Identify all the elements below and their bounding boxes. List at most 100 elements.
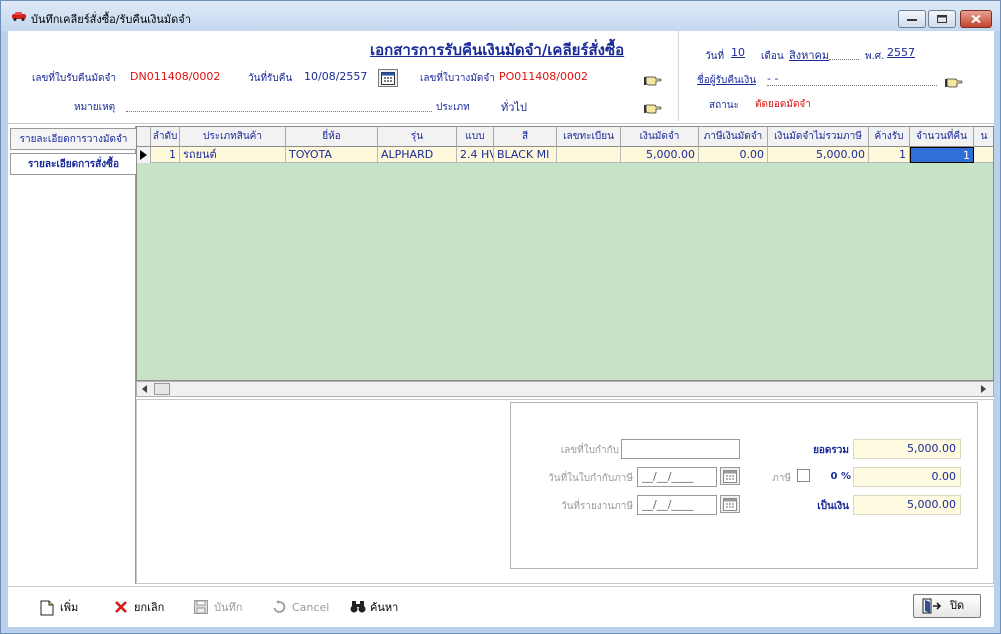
pointing-hand-lookup-icon[interactable]	[644, 73, 662, 87]
lower-panel: เลขที่ใบกำกับ วันที่ในใบกำกับภาษี __/__/…	[136, 399, 994, 584]
year-label: พ.ศ.	[865, 51, 885, 62]
close-button[interactable]: ปิด	[913, 594, 981, 618]
refund-date-calendar-button[interactable]	[378, 69, 398, 87]
date-payee-panel: วันที่ 10 เดือน สิงหาคม พ.ศ. 2557 ชื่อผู…	[678, 31, 994, 121]
header-divider	[8, 123, 994, 124]
col-header-deposit-excl-tax[interactable]: เงินมัดจำไม่รวมภาษี	[768, 127, 869, 147]
maximize-icon	[937, 15, 947, 23]
grid-horizontal-scrollbar[interactable]	[136, 381, 994, 397]
scroll-right-arrow-icon[interactable]	[977, 384, 989, 394]
save-button-label: บันทึก	[214, 601, 243, 614]
tax-invoice-no-input[interactable]	[621, 439, 740, 459]
cell-return-qty[interactable]: 1	[910, 147, 974, 163]
scroll-thumb[interactable]	[154, 383, 170, 395]
cell-extra[interactable]	[974, 147, 993, 163]
cell-model[interactable]: ALPHARD	[378, 147, 457, 163]
window-title: บันทึกเคลียร์สั่งซื้อ/รับคืนเงินมัดจำ	[31, 13, 191, 26]
calendar-icon	[723, 498, 737, 511]
cell-deposit[interactable]: 5,000.00	[621, 147, 699, 163]
cell-brand[interactable]: TOYOTA	[286, 147, 378, 163]
tab-order-details[interactable]: รายละเอียดการสั่งซื้อ	[10, 153, 136, 175]
status-value: ตัดยอดมัดจำ	[755, 99, 811, 110]
month-value[interactable]: สิงหาคม	[789, 46, 829, 64]
tax-value: 0.00	[853, 467, 961, 487]
title-bar[interactable]: บันทึกเคลียร์สั่งซื้อ/รับคืนเงินมัดจำ	[1, 1, 1000, 31]
col-header-extra[interactable]: น	[974, 127, 993, 147]
row-indicator[interactable]	[137, 147, 151, 163]
tab-deposit-details[interactable]: รายละเอียดการวางมัดจำ	[10, 128, 136, 150]
tax-invoice-date-input[interactable]: __/__/____	[637, 467, 717, 487]
payee-label[interactable]: ชื่อผู้รับคืนเงิน	[697, 73, 756, 88]
cancel-document-label: ยกเลิก	[134, 601, 165, 614]
status-label: สถานะ	[709, 100, 739, 111]
cell-seq[interactable]: 1	[151, 147, 180, 163]
month-label: เดือน	[761, 51, 784, 62]
cell-deposit-tax[interactable]: 0.00	[699, 147, 768, 163]
cell-color[interactable]: BLACK MI	[494, 147, 557, 163]
tax-invoice-date-calendar-button[interactable]	[720, 467, 740, 485]
tax-report-date-calendar-button[interactable]	[720, 495, 740, 513]
binoculars-icon	[350, 601, 366, 613]
cell-registration[interactable]	[557, 147, 621, 163]
save-button[interactable]: บันทึก	[192, 597, 242, 619]
add-button-label: เพิ่ม	[60, 601, 79, 614]
day-value[interactable]: 10	[731, 46, 745, 59]
month-underline	[829, 59, 859, 60]
col-header-deposit-tax[interactable]: ภาษีเงินมัดจำ	[699, 127, 768, 147]
col-header-outstanding[interactable]: ค้างรับ	[869, 127, 910, 147]
red-x-icon	[115, 601, 127, 613]
cell-product-type[interactable]: รถยนต์	[180, 147, 286, 163]
table-row[interactable]: 1 รถยนต์ TOYOTA ALPHARD 2.4 HV BLACK MI …	[137, 147, 993, 163]
col-header-variant[interactable]: แบบ	[457, 127, 494, 147]
year-value[interactable]: 2557	[887, 46, 915, 59]
cell-deposit-excl-tax[interactable]: 5,000.00	[768, 147, 869, 163]
search-button[interactable]: ค้นหา	[348, 597, 398, 619]
deposit-no-value[interactable]: PO011408/0002	[499, 70, 588, 83]
summary-box: เลขที่ใบกำกับ วันที่ในใบกำกับภาษี __/__/…	[510, 402, 978, 569]
close-button-label: ปิด	[950, 599, 965, 612]
col-header-deposit[interactable]: เงินมัดจำ	[621, 127, 699, 147]
refund-no-label: เลขที่ใบรับคืนมัดจำ	[32, 73, 117, 84]
document-header: เอกสารการรับคืนเงินมัดจำ/เคลียร์สั่งซื้อ…	[8, 31, 678, 121]
minimize-button[interactable]	[898, 10, 926, 28]
tax-checkbox[interactable]	[797, 469, 810, 482]
grid-header-indicator	[137, 127, 151, 147]
exit-door-icon	[922, 598, 942, 614]
maximize-button[interactable]	[928, 10, 956, 28]
undo-icon	[273, 600, 286, 613]
tax-invoice-no-label: เลขที่ใบกำกับ	[560, 445, 619, 456]
col-header-brand[interactable]: ยี่ห้อ	[286, 127, 378, 147]
pointing-hand-lookup-icon[interactable]	[644, 101, 662, 115]
col-header-registration[interactable]: เลขทะเบียน	[557, 127, 621, 147]
cancel-button[interactable]: Cancel	[270, 597, 329, 619]
remark-label: หมายเหตุ	[74, 102, 116, 113]
cell-variant[interactable]: 2.4 HV	[457, 147, 494, 163]
add-button[interactable]: เพิ่ม	[38, 597, 78, 619]
window-close-button[interactable]	[960, 10, 992, 28]
col-header-product-type[interactable]: ประเภทสินค้า	[180, 127, 286, 147]
tax-report-date-label: วันที่รายงานภาษี	[560, 501, 633, 512]
search-button-label: ค้นหา	[370, 601, 399, 614]
tax-report-date-input[interactable]: __/__/____	[637, 495, 717, 515]
refund-no-value[interactable]: DN011408/0002	[130, 70, 220, 83]
col-header-return-qty[interactable]: จำนวนที่คืน	[910, 127, 974, 147]
total-label: ยอดรวม	[813, 445, 849, 456]
floppy-disk-icon	[194, 600, 208, 614]
payee-value[interactable]: - -	[767, 72, 778, 85]
minimize-icon	[907, 19, 917, 21]
pointing-hand-lookup-icon[interactable]	[945, 75, 963, 89]
remark-input[interactable]	[126, 111, 432, 112]
order-items-grid[interactable]: ลำดับ ประเภทสินค้า ยี่ห้อ รุ่น แบบ สี เล…	[136, 126, 994, 381]
refund-date-value[interactable]: 10/08/2557	[304, 70, 367, 83]
scroll-left-arrow-icon[interactable]	[139, 384, 151, 394]
detail-tabstrip: รายละเอียดการวางมัดจำ รายละเอียดการสั่งซ…	[8, 126, 136, 584]
cancel-document-button[interactable]: ยกเลิก	[112, 597, 164, 619]
col-header-seq[interactable]: ลำดับ	[151, 127, 180, 147]
type-value[interactable]: ทั่วไป	[501, 98, 527, 116]
cancel-button-label: Cancel	[292, 601, 330, 614]
col-header-model[interactable]: รุ่น	[378, 127, 457, 147]
total-value: 5,000.00	[853, 439, 961, 459]
new-document-icon	[40, 600, 54, 616]
col-header-color[interactable]: สี	[494, 127, 557, 147]
cell-outstanding[interactable]: 1	[869, 147, 910, 163]
